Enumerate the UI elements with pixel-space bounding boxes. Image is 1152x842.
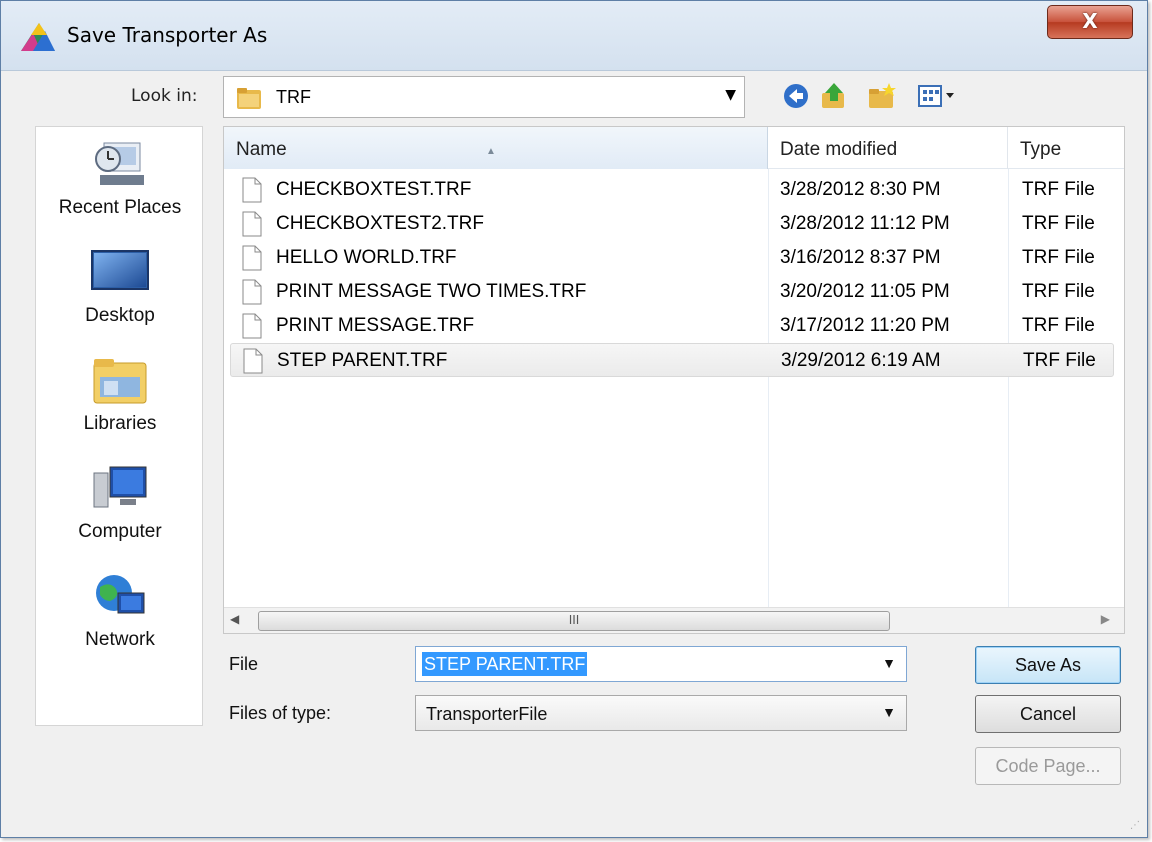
- file-name-value: STEP PARENT.TRF: [422, 652, 588, 676]
- file-type-value: TransporterFile: [426, 704, 548, 724]
- network-icon: [96, 575, 145, 614]
- folder-icon: [237, 88, 261, 109]
- view-menu-icon[interactable]: [917, 81, 961, 111]
- file-date: 3/28/2012 8:30 PM: [780, 179, 941, 200]
- place-desktop[interactable]: Desktop: [36, 247, 204, 327]
- save-dialog: Save Transporter As X Look in: TRF ▼ Rec…: [0, 0, 1148, 838]
- look-in-value: TRF: [276, 87, 311, 107]
- file-name-label: File: [229, 654, 259, 674]
- document-icon: [242, 211, 262, 237]
- document-icon: [242, 279, 262, 305]
- column-header-date[interactable]: Date modified: [768, 127, 1008, 169]
- scroll-right-icon[interactable]: ▶: [1101, 612, 1110, 626]
- place-label: Desktop: [85, 305, 155, 326]
- place-network[interactable]: Network: [36, 571, 204, 651]
- libraries-icon: [93, 359, 147, 404]
- file-name: PRINT MESSAGE.TRF: [276, 315, 475, 336]
- file-type: TRF File: [1022, 247, 1095, 268]
- file-row[interactable]: PRINT MESSAGE.TRF 3/17/2012 11:20 PM TRF…: [230, 309, 1114, 343]
- file-date: 3/16/2012 8:37 PM: [780, 247, 941, 268]
- file-date: 3/28/2012 11:12 PM: [780, 213, 950, 234]
- column-label: Date modified: [780, 139, 898, 160]
- file-row[interactable]: PRINT MESSAGE TWO TIMES.TRF 3/20/2012 11…: [230, 275, 1114, 309]
- horizontal-scrollbar[interactable]: ◀ III ▶: [224, 607, 1124, 633]
- file-name: STEP PARENT.TRF: [277, 350, 448, 371]
- sort-ascending-icon: ▲: [486, 146, 496, 157]
- file-date: 3/20/2012 11:05 PM: [780, 281, 950, 302]
- file-row[interactable]: CHECKBOXTEST.TRF 3/28/2012 8:30 PM TRF F…: [230, 173, 1114, 207]
- title-bar[interactable]: Save Transporter As X: [1, 1, 1147, 71]
- file-name-input[interactable]: STEP PARENT.TRF ▼: [415, 646, 907, 682]
- file-type: TRF File: [1022, 179, 1095, 200]
- back-icon[interactable]: [781, 81, 811, 111]
- file-name: HELLO WORLD.TRF: [276, 247, 457, 268]
- scrollbar-grip: III: [568, 613, 580, 627]
- place-label: Computer: [78, 521, 162, 542]
- new-folder-icon[interactable]: [867, 81, 897, 111]
- place-computer[interactable]: Computer: [36, 463, 204, 543]
- recent-places-icon: [95, 142, 144, 185]
- place-label: Libraries: [83, 413, 157, 434]
- look-in-label: Look in:: [131, 86, 198, 106]
- file-list-header: ▲ Name Date modified Type: [224, 127, 1124, 169]
- column-header-type[interactable]: Type: [1008, 127, 1124, 169]
- file-date: 3/29/2012 6:19 AM: [781, 350, 941, 371]
- document-icon: [242, 177, 262, 203]
- file-type: TRF File: [1022, 281, 1095, 302]
- cancel-button[interactable]: Cancel: [975, 695, 1121, 733]
- file-row[interactable]: HELLO WORLD.TRF 3/16/2012 8:37 PM TRF Fi…: [230, 241, 1114, 275]
- column-header-name[interactable]: ▲ Name: [224, 127, 768, 169]
- file-name: CHECKBOXTEST2.TRF: [276, 213, 484, 234]
- code-page-button[interactable]: Code Page...: [975, 747, 1121, 785]
- document-icon: [242, 313, 262, 339]
- app-icon: [21, 23, 55, 51]
- file-date: 3/17/2012 11:20 PM: [780, 315, 950, 336]
- scrollbar-thumb[interactable]: III: [258, 611, 890, 631]
- column-label: Name: [236, 139, 287, 160]
- scroll-left-icon[interactable]: ◀: [230, 612, 239, 626]
- file-type: TRF File: [1022, 315, 1095, 336]
- file-type: TRF File: [1022, 213, 1095, 234]
- document-icon: [243, 348, 263, 374]
- up-folder-icon[interactable]: [819, 81, 849, 111]
- file-list[interactable]: ▲ Name Date modified Type CHECKBOXTEST.T…: [223, 126, 1125, 634]
- look-in-dropdown[interactable]: TRF ▼: [223, 76, 745, 118]
- chevron-down-icon[interactable]: ▼: [882, 655, 896, 671]
- file-name: PRINT MESSAGE TWO TIMES.TRF: [276, 281, 587, 302]
- window-title: Save Transporter As: [67, 23, 268, 47]
- file-row-selected[interactable]: STEP PARENT.TRF 3/29/2012 6:19 AM TRF Fi…: [230, 343, 1114, 377]
- document-icon: [242, 245, 262, 271]
- file-type-label: Files of type:: [229, 703, 332, 723]
- place-label: Network: [85, 629, 155, 650]
- file-name: CHECKBOXTEST.TRF: [276, 179, 472, 200]
- desktop-icon: [91, 250, 149, 290]
- column-label: Type: [1020, 139, 1062, 160]
- save-as-button[interactable]: Save As: [975, 646, 1121, 684]
- file-type-dropdown[interactable]: TransporterFile ▼: [415, 695, 907, 731]
- chevron-down-icon[interactable]: ▼: [882, 704, 896, 720]
- computer-icon: [93, 466, 147, 508]
- place-libraries[interactable]: Libraries: [36, 355, 204, 435]
- places-bar: Recent Places Desktop Libraries Computer…: [35, 126, 203, 726]
- chevron-down-icon[interactable]: ▼: [725, 87, 736, 103]
- place-recent-places[interactable]: Recent Places: [36, 139, 204, 219]
- close-button[interactable]: X: [1047, 5, 1133, 39]
- file-row[interactable]: CHECKBOXTEST2.TRF 3/28/2012 11:12 PM TRF…: [230, 207, 1114, 241]
- file-type: TRF File: [1023, 350, 1096, 371]
- resize-grip-icon[interactable]: ⋰: [1130, 820, 1141, 831]
- place-label: Recent Places: [58, 197, 182, 218]
